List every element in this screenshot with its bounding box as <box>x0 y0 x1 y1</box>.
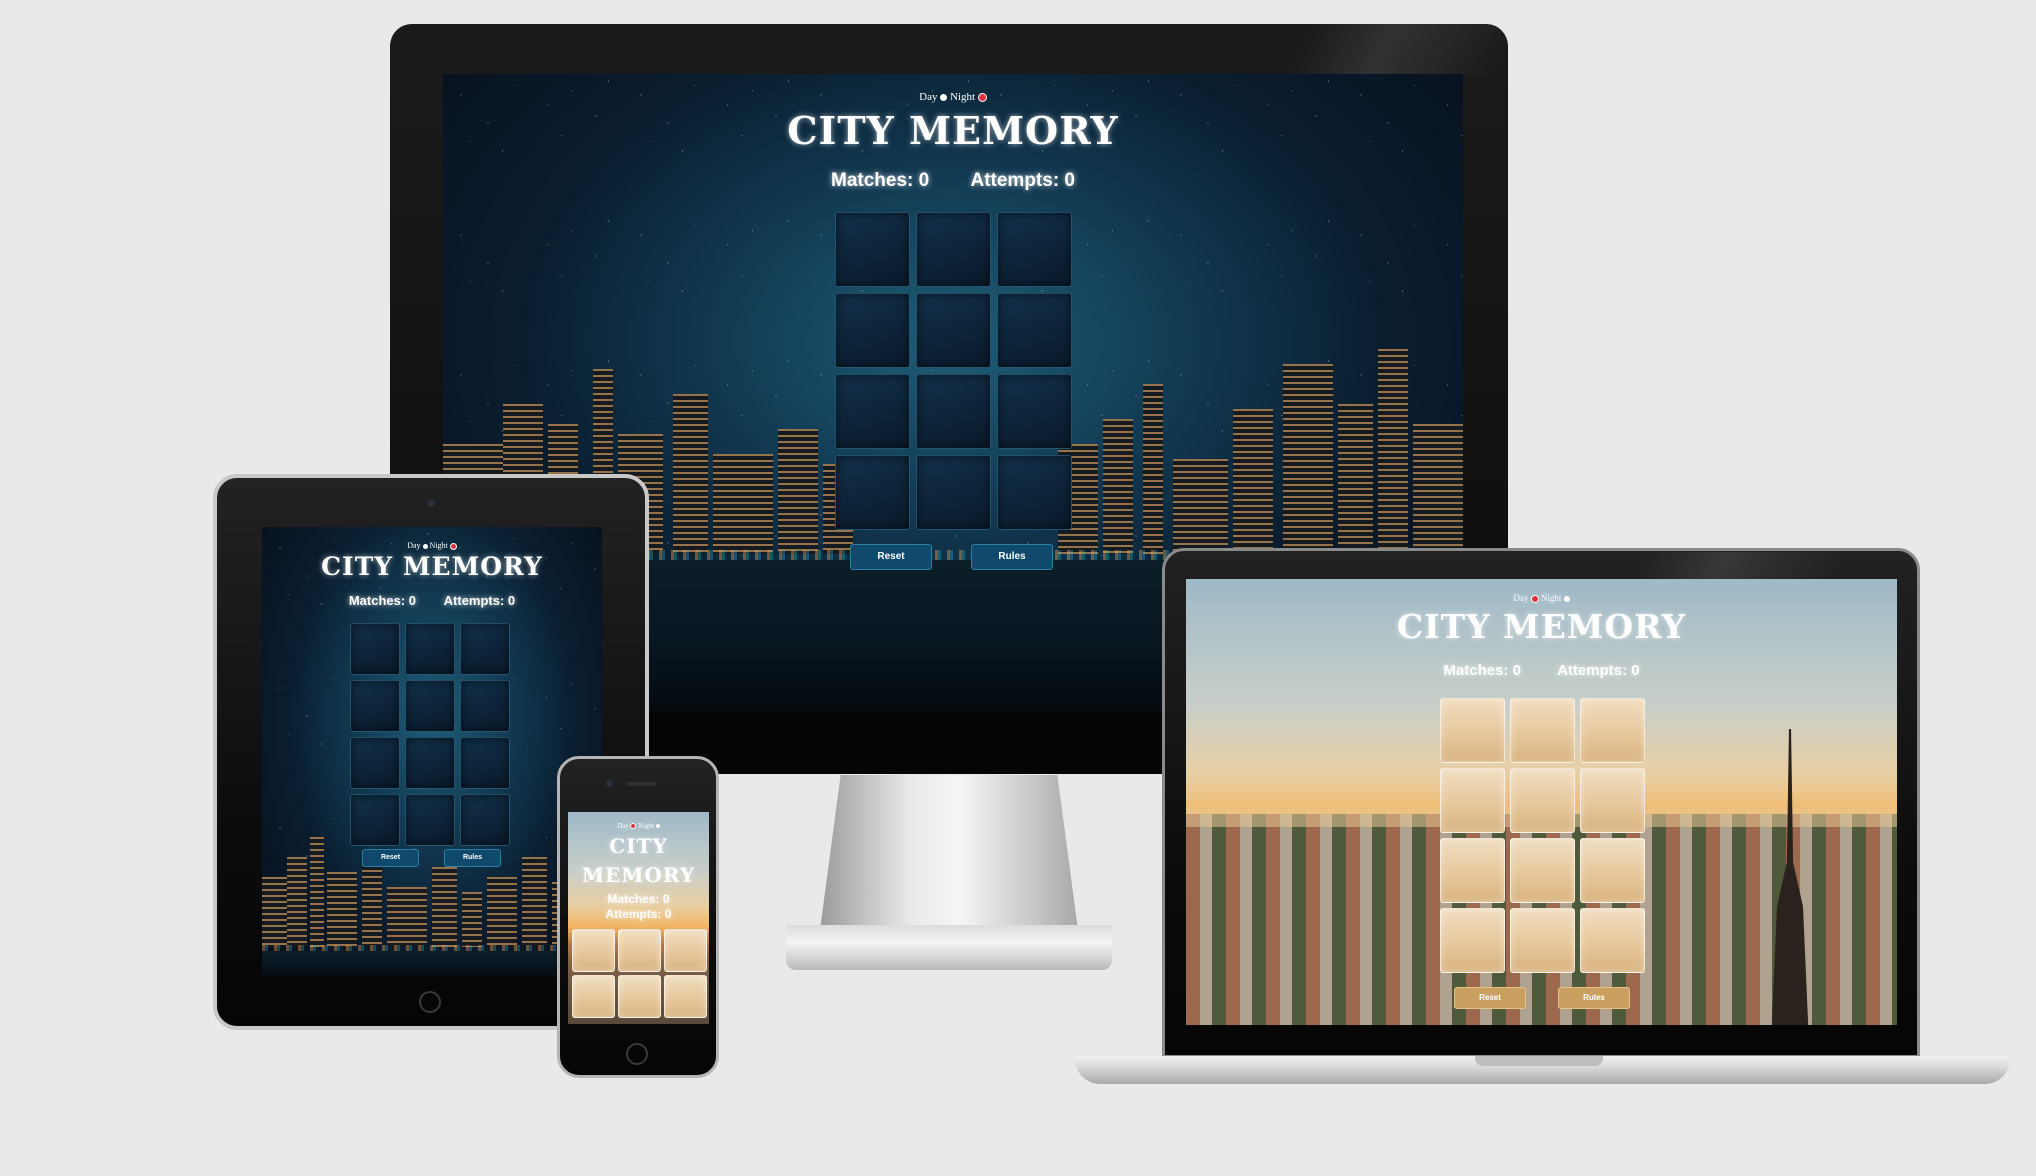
memory-card[interactable] <box>1580 908 1645 973</box>
memory-card[interactable] <box>835 455 910 530</box>
rules-button[interactable]: Rules <box>1558 987 1630 1009</box>
memory-card[interactable] <box>1580 698 1645 763</box>
memory-card[interactable] <box>350 623 400 675</box>
mode-night-label[interactable]: Night <box>950 91 975 103</box>
memory-card[interactable] <box>1440 908 1505 973</box>
rules-button[interactable]: Rules <box>971 544 1053 570</box>
memory-card[interactable] <box>835 293 910 368</box>
page-title: CITY MEMORY <box>321 552 543 581</box>
memory-card[interactable] <box>916 212 991 287</box>
memory-card[interactable] <box>1510 838 1575 903</box>
memory-card[interactable] <box>916 293 991 368</box>
toggle-dot-icon <box>655 824 660 829</box>
memory-card[interactable] <box>997 455 1072 530</box>
attempts-counter: Attempts: 0 <box>1557 662 1640 679</box>
toggle-active-dot-icon <box>630 823 637 830</box>
memory-card[interactable] <box>1440 698 1505 763</box>
memory-card[interactable] <box>664 929 707 972</box>
mode-day-label[interactable]: Day <box>617 822 629 830</box>
score-bar: Matches: 0 Attempts: 0 <box>443 170 1463 192</box>
memory-card[interactable] <box>1510 908 1575 973</box>
attempts-counter: Attempts: 0 <box>605 907 672 921</box>
memory-card[interactable] <box>350 680 400 732</box>
phone-camera <box>606 780 613 787</box>
card-grid <box>572 929 707 1018</box>
mode-toggle[interactable]: Day Night <box>568 822 709 830</box>
memory-card[interactable] <box>460 623 510 675</box>
memory-card[interactable] <box>405 794 455 846</box>
memory-card[interactable] <box>916 374 991 449</box>
tablet-camera <box>427 499 435 507</box>
score-bar: Matches: 0 Attempts: 0 <box>262 593 602 608</box>
toggle-dot-icon <box>940 93 948 101</box>
toggle-active-dot-icon <box>1530 594 1539 603</box>
mode-toggle[interactable]: Day Night <box>262 541 602 550</box>
memory-card[interactable] <box>572 929 615 972</box>
monitor-stand-base <box>786 925 1112 970</box>
memory-card[interactable] <box>572 975 615 1018</box>
reset-button[interactable]: Reset <box>362 849 419 867</box>
reset-button[interactable]: Reset <box>1454 987 1526 1009</box>
memory-card[interactable] <box>1580 768 1645 833</box>
tablet-screen: Day Night CITY MEMORY Matches: 0 Attempt… <box>262 527 602 977</box>
phone-speaker <box>626 782 656 786</box>
memory-card[interactable] <box>618 975 661 1018</box>
memory-card[interactable] <box>1440 838 1505 903</box>
matches-counter: Matches: 0 <box>607 892 670 906</box>
mode-night-label[interactable]: Night <box>430 541 448 550</box>
page-title: CITY MEMORY <box>787 108 1119 153</box>
memory-card[interactable] <box>405 737 455 789</box>
mode-day-label[interactable]: Day <box>407 541 420 550</box>
mode-toggle[interactable]: Day Night <box>443 91 1463 103</box>
matches-counter: Matches: 0 <box>1443 662 1521 679</box>
card-grid <box>835 212 1072 530</box>
toggle-dot-icon <box>1563 595 1570 602</box>
memory-card[interactable] <box>997 374 1072 449</box>
memory-card[interactable] <box>835 374 910 449</box>
memory-card[interactable] <box>1580 838 1645 903</box>
memory-card[interactable] <box>1510 768 1575 833</box>
mode-night-label[interactable]: Night <box>638 822 654 830</box>
memory-card[interactable] <box>1440 768 1505 833</box>
tablet-home-button[interactable] <box>419 991 441 1013</box>
memory-card[interactable] <box>405 623 455 675</box>
memory-card[interactable] <box>460 794 510 846</box>
card-grid <box>1440 698 1645 973</box>
memory-card[interactable] <box>916 455 991 530</box>
memory-card[interactable] <box>350 737 400 789</box>
rules-button[interactable]: Rules <box>444 849 501 867</box>
memory-card[interactable] <box>460 737 510 789</box>
memory-card[interactable] <box>997 293 1072 368</box>
memory-card[interactable] <box>460 680 510 732</box>
toggle-active-dot-icon <box>449 542 457 550</box>
memory-card[interactable] <box>618 929 661 972</box>
mode-toggle[interactable]: Day Night <box>1186 593 1897 603</box>
reset-button[interactable]: Reset <box>850 544 932 570</box>
monitor-stand <box>820 775 1078 930</box>
attempts-counter: Attempts: 0 <box>970 170 1075 191</box>
page-title-line-2: MEMORY <box>581 863 696 887</box>
page-title-line-1: CITY <box>609 834 668 858</box>
phone-screen: Day Night CITY MEMORY Matches: 0 Attempt… <box>568 812 709 1024</box>
matches-counter: Matches: 0 <box>831 170 930 191</box>
laptop-screen: Day Night CITY MEMORY Matches: 0 Attempt… <box>1186 579 1897 1025</box>
memory-card[interactable] <box>405 680 455 732</box>
mode-day-label[interactable]: Day <box>919 91 937 103</box>
memory-card[interactable] <box>1510 698 1575 763</box>
toggle-dot-icon <box>422 543 428 549</box>
card-grid <box>350 623 510 846</box>
score-bar: Matches: 0 Attempts: 0 <box>1186 662 1897 679</box>
phone-home-button[interactable] <box>626 1043 648 1065</box>
memory-card[interactable] <box>350 794 400 846</box>
toggle-active-dot-icon <box>977 92 987 102</box>
laptop-notch <box>1475 1056 1603 1066</box>
attempts-counter: Attempts: 0 <box>443 593 516 608</box>
memory-card[interactable] <box>835 212 910 287</box>
memory-card[interactable] <box>997 212 1072 287</box>
mode-night-label[interactable]: Night <box>1541 593 1562 603</box>
page-title: CITY MEMORY <box>1396 607 1687 646</box>
matches-counter: Matches: 0 <box>348 593 417 608</box>
mode-day-label[interactable]: Day <box>1513 593 1528 603</box>
memory-card[interactable] <box>664 975 707 1018</box>
